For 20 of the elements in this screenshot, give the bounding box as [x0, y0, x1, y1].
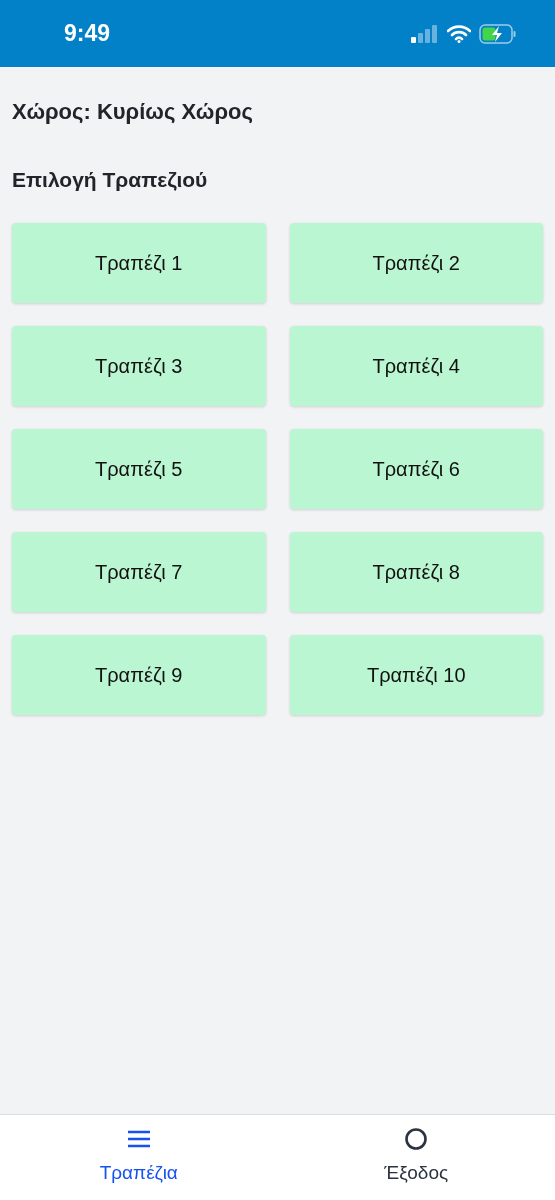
- table-button[interactable]: Τραπέζι 2: [289, 222, 543, 303]
- circle-icon: [405, 1128, 428, 1150]
- table-button[interactable]: Τραπέζι 8: [289, 531, 543, 612]
- tab-item[interactable]: Έξοδος: [277, 1115, 555, 1200]
- wifi-icon: [447, 24, 471, 43]
- signal-icon: [411, 24, 439, 43]
- table-button[interactable]: Τραπέζι 5: [12, 428, 266, 509]
- table-button[interactable]: Τραπέζι 3: [12, 325, 266, 406]
- tab-item[interactable]: Τραπέζια: [0, 1115, 278, 1200]
- table-button[interactable]: Τραπέζι 1: [12, 222, 266, 303]
- table-button[interactable]: Τραπέζι 4: [289, 325, 543, 406]
- section-heading: Επιλογή Τραπεζιού: [12, 167, 209, 193]
- table-button[interactable]: Τραπέζι 6: [289, 428, 543, 509]
- status-time: 9:49: [64, 19, 111, 49]
- menu-icon: [127, 1130, 150, 1148]
- table-button[interactable]: Τραπέζι 7: [12, 531, 266, 612]
- venue-label: Χώρος: Κυρίως Χώρος: [12, 98, 254, 126]
- battery-icon: [479, 23, 517, 44]
- table-button[interactable]: Τραπέζι 10: [289, 634, 543, 715]
- table-button[interactable]: Τραπέζι 9: [12, 634, 266, 715]
